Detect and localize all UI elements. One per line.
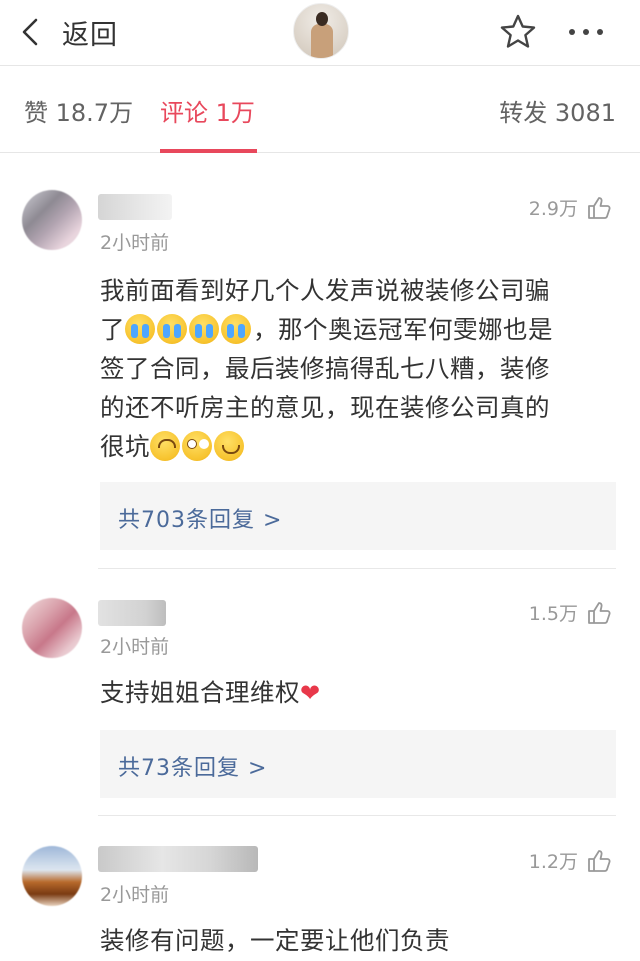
more-dot bbox=[597, 29, 603, 35]
username-blurred[interactable] bbox=[98, 194, 172, 220]
comment-text-line: 签了合同，最后装修搞得乱七八糟，装修 bbox=[100, 354, 550, 383]
divider bbox=[98, 568, 616, 569]
comment-time: 2小时前 bbox=[100, 636, 170, 658]
comment-text-segment: ，那个奥运冠军何雯娜也是 bbox=[253, 315, 553, 344]
like-button[interactable]: 2.9万 bbox=[529, 194, 612, 221]
upside-down-face-emoji-icon bbox=[150, 431, 180, 461]
avatar[interactable] bbox=[22, 190, 82, 250]
top-navigation-bar: 返回 bbox=[0, 0, 640, 66]
avatar-figure bbox=[311, 24, 333, 58]
crying-emoji-icon bbox=[189, 314, 219, 344]
comment-time: 2小时前 bbox=[100, 884, 170, 906]
comment-text-segment: 了 bbox=[100, 315, 125, 344]
comment-text-line: 很坑 bbox=[100, 427, 616, 466]
replies-count: 共703条回复 > bbox=[118, 508, 283, 533]
like-count: 1.2万 bbox=[528, 851, 578, 873]
comment-text-line: 了 ，那个奥运冠军何雯娜也是 bbox=[100, 310, 616, 349]
more-icon[interactable] bbox=[560, 12, 612, 52]
star-icon[interactable] bbox=[498, 12, 538, 52]
tab-likes[interactable]: 赞 18.7万 bbox=[24, 93, 133, 128]
tab-comments[interactable]: 评论 1万 bbox=[160, 93, 255, 128]
like-count: 2.9万 bbox=[528, 198, 578, 220]
crying-emoji-icon bbox=[125, 314, 155, 344]
crying-emoji-icon bbox=[221, 314, 251, 344]
back-label: 返回 bbox=[62, 19, 118, 51]
like-button[interactable]: 1.2万 bbox=[529, 847, 612, 874]
comment-text: 支持姐姐合理维权❤ bbox=[100, 673, 616, 713]
comment-text: 装修有问题，一定要让他们负责 bbox=[100, 926, 450, 955]
crying-emoji-icon bbox=[157, 314, 187, 344]
username-blurred[interactable] bbox=[98, 846, 258, 872]
like-count: 1.5万 bbox=[528, 603, 578, 625]
comment-text-segment: 很坑 bbox=[100, 432, 150, 461]
replies-count: 共73条回复 > bbox=[118, 756, 268, 781]
avatar-head bbox=[316, 12, 328, 26]
smile-emoji-icon bbox=[214, 431, 244, 461]
more-dot bbox=[583, 29, 589, 35]
avatar[interactable] bbox=[22, 598, 82, 658]
divider bbox=[98, 815, 616, 816]
view-replies-button[interactable]: 共73条回复 > bbox=[100, 730, 616, 798]
like-button[interactable]: 1.5万 bbox=[529, 599, 612, 626]
rolling-eyes-emoji-icon bbox=[182, 431, 212, 461]
comment-text-line: 的还不听房主的意见，现在装修公司真的 bbox=[100, 393, 550, 422]
comment-time: 2小时前 bbox=[100, 232, 170, 254]
view-replies-button[interactable]: 共703条回复 > bbox=[100, 482, 616, 550]
comment-text-line: 我前面看到好几个人发声说被装修公司骗 bbox=[100, 276, 550, 305]
thumbs-up-icon bbox=[588, 849, 611, 872]
tab-reposts[interactable]: 转发 3081 bbox=[499, 93, 616, 128]
active-tab-indicator bbox=[160, 149, 257, 153]
comment-text-segment: 支持姐姐合理维权 bbox=[100, 678, 300, 707]
avatar[interactable] bbox=[22, 846, 82, 906]
chevron-left-icon bbox=[22, 18, 38, 46]
more-dot bbox=[569, 29, 575, 35]
author-avatar[interactable] bbox=[293, 3, 349, 59]
heart-emoji-icon: ❤ bbox=[300, 679, 321, 707]
tab-bar: 赞 18.7万 评论 1万 转发 3081 bbox=[0, 67, 640, 153]
username-blurred[interactable] bbox=[98, 600, 166, 626]
back-button[interactable]: 返回 bbox=[18, 10, 118, 54]
comment-text: 我前面看到好几个人发声说被装修公司骗 了 ，那个奥运冠军何雯娜也是 签了合同，最后… bbox=[100, 271, 616, 466]
thumbs-up-icon bbox=[588, 196, 611, 219]
thumbs-up-icon bbox=[588, 601, 611, 624]
